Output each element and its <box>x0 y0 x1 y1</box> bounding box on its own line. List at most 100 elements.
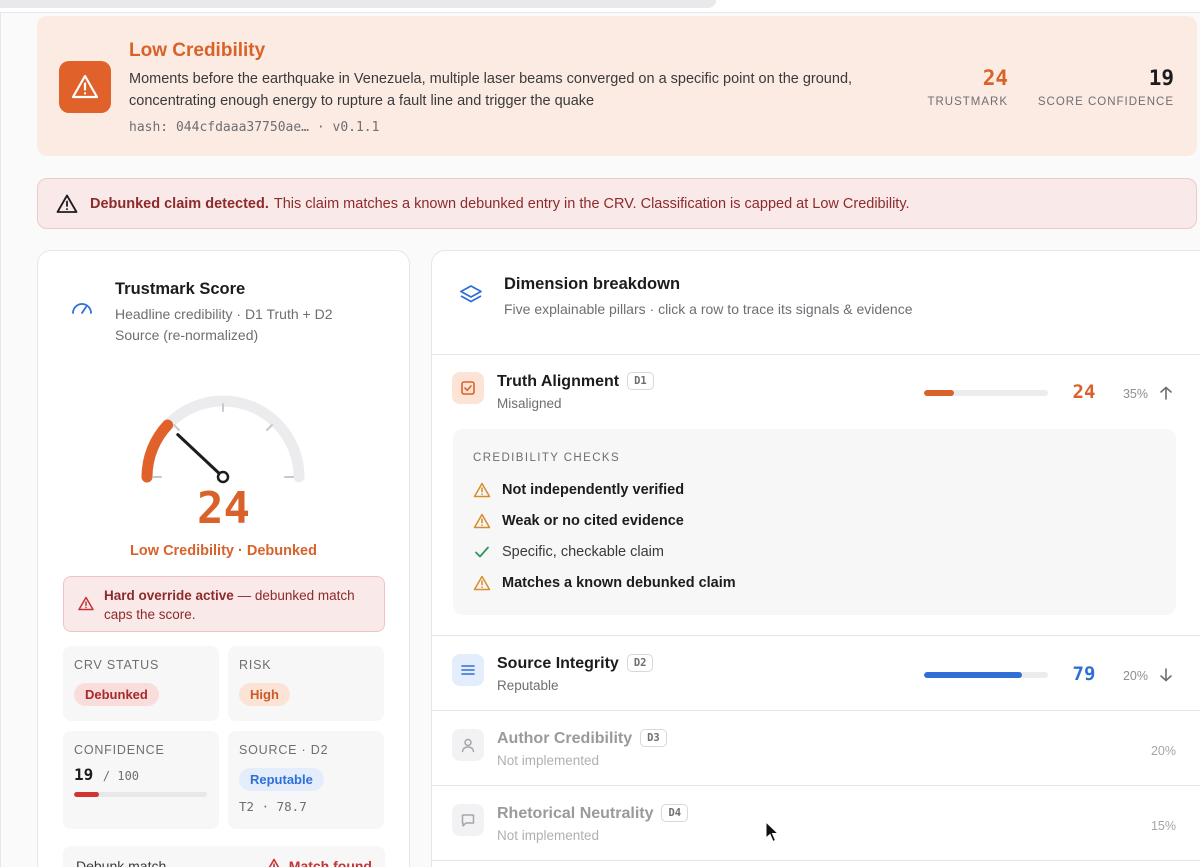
dimension-bar-fill <box>924 672 1022 678</box>
debunk-match-row[interactable]: Debunk match Match found <box>63 846 385 867</box>
dimension-score: 79 <box>1072 663 1096 685</box>
trustmark-score-value: 24 <box>197 483 250 534</box>
confidence-value-line: 19 / 100 <box>74 765 208 784</box>
mouse-cursor-icon <box>765 821 779 843</box>
dimension-subtitle: Five explainable pillars · click a row t… <box>504 301 913 317</box>
dimension-code: D3 <box>640 729 667 747</box>
panel-subtitle: Headline credibility · D1 Truth + D2 Sou… <box>115 306 333 343</box>
arrow-down-icon[interactable] <box>1158 667 1174 683</box>
dimension-row-truth-alignment[interactable]: Truth Alignment D1 Misaligned 24 35% <box>432 354 1200 426</box>
score-confidence-label: SCORE CONFIDENCE <box>1037 96 1174 108</box>
claim-header-card: Low Credibility Moments before the earth… <box>37 16 1197 156</box>
dimension-code: D1 <box>627 372 654 390</box>
dimension-weight: 35% <box>1122 387 1148 401</box>
panel-title: Trustmark Score <box>115 280 246 298</box>
dimension-bar <box>924 672 1048 678</box>
user-icon <box>452 729 484 761</box>
debunk-match-text: Match found <box>288 858 372 867</box>
score-caption: Low Credibility · Debunked <box>130 543 317 559</box>
dimension-row-rhetorical-neutrality[interactable]: Rhetorical Neutrality D4 Not implemented … <box>432 786 1200 858</box>
crv-status-badge: Debunked <box>74 683 159 706</box>
warning-icon <box>56 194 78 213</box>
risk-badge: High <box>239 683 290 706</box>
score-confidence-value: 19 <box>1148 66 1174 90</box>
classification-title: Low Credibility <box>129 40 266 61</box>
check-item: Specific, checkable claim <box>473 543 664 561</box>
dimension-row-source-integrity[interactable]: Source Integrity D2 Reputable 79 20% <box>432 636 1200 708</box>
dimension-weight: 15% <box>1150 819 1176 833</box>
warning-icon <box>59 61 111 113</box>
warning-icon <box>473 574 491 592</box>
dimension-title: Dimension breakdown <box>504 275 681 293</box>
checks-heading: CREDIBILITY CHECKS <box>473 452 621 464</box>
dimension-name: Rhetorical Neutrality D4 <box>497 804 689 823</box>
dimension-score: 24 <box>1072 381 1096 403</box>
check-item: Weak or no cited evidence <box>473 512 684 530</box>
override-heading: Hard override active <box>104 588 234 603</box>
crv-status-tile: CRV STATUS Debunked <box>63 646 219 721</box>
check-item: Not independently verified <box>473 481 684 499</box>
dimension-row-author-credibility[interactable]: Author Credibility D3 Not implemented 20% <box>432 711 1200 783</box>
dimension-bar <box>924 390 1048 396</box>
dimension-bar-fill <box>924 390 954 396</box>
dimension-code: D2 <box>626 654 654 672</box>
debunk-match-label: Debunk match <box>76 858 167 867</box>
credibility-checks: CREDIBILITY CHECKS Not independently ver… <box>453 429 1176 615</box>
layers-icon <box>460 285 482 303</box>
speech-bubble-icon <box>452 804 484 836</box>
menu-lines-icon <box>452 654 484 686</box>
trustmark-value: 24 <box>982 66 1008 90</box>
trustmark-label: TRUSTMARK <box>927 96 1008 108</box>
warning-icon <box>78 596 94 611</box>
risk-label: RISK <box>239 658 272 672</box>
left-rule <box>0 13 1 867</box>
crv-status-label: CRV STATUS <box>74 658 160 672</box>
divider <box>432 860 1200 861</box>
hard-override-notice: Hard override active — debunked match ca… <box>63 576 385 632</box>
dimension-state: Not implemented <box>497 753 600 768</box>
gauge-fill <box>141 419 174 483</box>
gauge-needle <box>176 433 225 479</box>
dimension-breakdown-panel: Dimension breakdown Five explainable pil… <box>431 250 1200 867</box>
source-tile: SOURCE · D2 Reputable T2 · 78.7 <box>228 731 384 829</box>
warning-icon <box>268 858 280 867</box>
confidence-bar <box>74 792 207 797</box>
checkmark-icon <box>473 543 491 561</box>
banner-heading: Debunked claim detected. <box>90 195 269 212</box>
confidence-bar-fill <box>74 792 100 797</box>
dimension-state: Not implemented <box>497 828 600 843</box>
confidence-label: CONFIDENCE <box>74 743 165 757</box>
score-confidence-metric: 19 SCORE CONFIDENCE <box>1034 66 1174 108</box>
source-badge: Reputable <box>239 768 324 791</box>
warning-icon <box>473 512 491 530</box>
top-chrome-strip <box>0 0 1200 13</box>
dimension-weight: 20% <box>1122 669 1148 683</box>
confidence-tile: CONFIDENCE 19 / 100 <box>63 731 219 829</box>
claim-text: Moments before the earthquake in Venezue… <box>129 71 853 109</box>
source-label: SOURCE · D2 <box>239 743 329 757</box>
trustmark-metric: 24 TRUSTMARK <box>918 66 1008 108</box>
dimension-state: Reputable <box>497 678 559 693</box>
confidence-denominator: / 100 <box>102 769 140 783</box>
gauge-icon <box>72 303 92 314</box>
debunk-match-value: Match found <box>265 858 372 867</box>
warning-icon <box>473 481 491 499</box>
confidence-value: 19 <box>74 765 94 784</box>
risk-tile: RISK High <box>228 646 384 721</box>
dimension-name: Author Credibility D3 <box>497 729 667 748</box>
checkbox-icon <box>452 372 484 404</box>
trustmark-score-panel: Trustmark Score Headline credibility · D… <box>37 250 410 867</box>
check-item: Matches a known debunked claim <box>473 574 736 592</box>
dimension-code: D4 <box>661 804 689 822</box>
banner-text: This claim matches a known debunked entr… <box>273 195 910 212</box>
score-gauge <box>141 395 305 484</box>
claim-hash: hash: 044cfdaaa37750ae… · v0.1.1 <box>129 120 380 135</box>
dimension-weight: 20% <box>1150 744 1176 758</box>
dimension-name: Source Integrity D2 <box>497 654 654 673</box>
top-scroll-pill <box>0 0 716 8</box>
dimension-state: Misaligned <box>497 396 562 411</box>
debunked-banner: Debunked claim detected. This claim matc… <box>37 178 1197 229</box>
arrow-up-icon[interactable] <box>1158 385 1174 401</box>
source-tier: T2 · 78.7 <box>239 799 307 814</box>
dimension-name: Truth Alignment D1 <box>497 372 654 391</box>
